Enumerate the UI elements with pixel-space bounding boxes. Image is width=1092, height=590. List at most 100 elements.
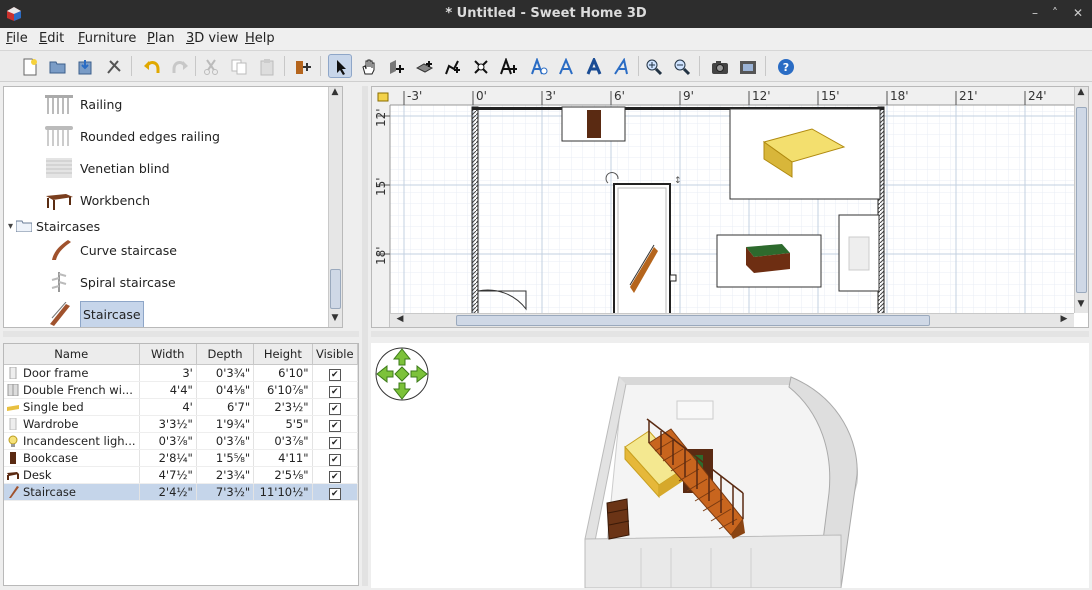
table-row[interactable]: Staircase 2'4½" 7'3½" 11'10½" ✔ [4, 483, 358, 501]
help-button[interactable]: ? [773, 54, 797, 78]
table-row[interactable]: Desk 4'7½" 2'3¾" 2'5⅛" ✔ [4, 466, 358, 484]
minimize-button[interactable]: – [1032, 6, 1038, 20]
preferences-button[interactable] [101, 54, 125, 78]
menu-edit[interactable]: Edit [39, 31, 64, 46]
scroll-right-arrow[interactable]: ▶ [1058, 314, 1070, 324]
undo-button[interactable] [139, 54, 163, 78]
catalog-item-rounded-edges-railing[interactable]: Rounded edges railing [44, 121, 220, 151]
catalog-category-staircases[interactable]: ▾ Staircases [8, 217, 100, 235]
scrollbar-thumb[interactable] [456, 315, 930, 326]
add-furniture-button[interactable] [290, 54, 314, 78]
new-home-button[interactable] [17, 54, 41, 78]
scroll-left-arrow[interactable]: ◀ [394, 314, 406, 324]
wardrobe-icon [9, 418, 17, 430]
plan-elevation-handle[interactable]: ↕ [674, 176, 682, 186]
visible-checkbox[interactable]: ✔ [328, 436, 341, 449]
table-row[interactable]: Double French wi... 4'4" 0'4⅛" 6'10⅞" ✔ [4, 381, 358, 399]
menu-plan[interactable]: Plan [147, 31, 175, 46]
menu-3d-view[interactable]: 3D view [186, 31, 238, 46]
save-button[interactable] [73, 54, 97, 78]
plan-canvas[interactable]: ↕ -3' 0' 3' 6' 9' 12' 15' 18' 21' 24' 12… [372, 87, 1089, 328]
table-header-row: Name Width Depth Height Visible [4, 344, 358, 365]
plan-resize-handle[interactable] [669, 274, 677, 282]
cut-button[interactable] [198, 54, 222, 78]
create-walls-button[interactable] [384, 54, 408, 78]
table-row[interactable]: Door frame 3' 0'3¾" 6'10" ✔ [4, 364, 358, 382]
3d-canvas[interactable] [371, 343, 1089, 588]
column-header-depth[interactable]: Depth [196, 344, 255, 365]
increase-text-button[interactable] [554, 54, 578, 78]
close-button[interactable]: ✕ [1073, 6, 1083, 20]
visible-checkbox[interactable]: ✔ [328, 368, 341, 381]
zoom-in-button[interactable] [641, 54, 665, 78]
3d-bookcase[interactable] [606, 498, 630, 540]
tree-expand-icon[interactable]: ▾ [8, 221, 13, 232]
create-rooms-button[interactable] [412, 54, 436, 78]
create-photo-button[interactable] [707, 54, 731, 78]
scroll-up-arrow[interactable]: ▲ [329, 87, 341, 97]
plan-horizontal-scrollbar[interactable]: ◀ ▶ [390, 313, 1074, 327]
copy-button[interactable] [226, 54, 250, 78]
right-pane-splitter[interactable] [371, 331, 1089, 337]
menu-file[interactable]: File [6, 31, 28, 46]
row-width: 4'4" [139, 381, 197, 399]
column-header-name[interactable]: Name [4, 344, 140, 365]
zoom-out-button[interactable] [669, 54, 693, 78]
plan-level-icon[interactable] [377, 92, 389, 102]
open-button[interactable] [45, 54, 69, 78]
plan-staircase[interactable] [613, 183, 671, 318]
decrease-text-button[interactable] [582, 54, 606, 78]
visible-checkbox[interactable]: ✔ [328, 470, 341, 483]
menu-help[interactable]: Help [245, 31, 275, 46]
scroll-up-arrow[interactable]: ▲ [1075, 87, 1087, 97]
catalog-item-railing[interactable]: Railing [44, 89, 122, 119]
furniture-list-table[interactable]: Name Width Depth Height Visible Door fra… [3, 343, 359, 586]
paste-button[interactable] [254, 54, 278, 78]
3d-view[interactable] [371, 343, 1089, 588]
staircase-icon [50, 302, 70, 326]
scrollbar-thumb[interactable] [330, 269, 341, 309]
column-header-height[interactable]: Height [253, 344, 313, 365]
maximize-button[interactable]: ˄ [1052, 6, 1058, 20]
left-pane-splitter[interactable] [3, 331, 359, 337]
scrollbar-thumb[interactable] [1076, 107, 1087, 293]
text-style-button[interactable] [526, 54, 550, 78]
row-height: 0'3⅞" [253, 432, 313, 450]
catalog-item-workbench[interactable]: Workbench [44, 185, 150, 215]
plan-vertical-scrollbar[interactable]: ▲ ▼ [1074, 87, 1088, 313]
visible-checkbox[interactable]: ✔ [328, 419, 341, 432]
furniture-catalog-tree[interactable]: Railing Rounded edges railing Venetian b… [3, 86, 343, 328]
scroll-down-arrow[interactable]: ▼ [1075, 299, 1087, 309]
table-row[interactable]: Incandescent ligh... 0'3⅞" 0'3⅞" 0'3⅞" ✔ [4, 432, 358, 450]
main-vertical-splitter[interactable] [362, 86, 368, 586]
table-row[interactable]: Bookcase 2'8¼" 1'5⅝" 4'11" ✔ [4, 449, 358, 467]
catalog-item-staircase[interactable]: Staircase [44, 299, 144, 327]
visible-checkbox[interactable]: ✔ [328, 402, 341, 415]
table-row[interactable]: Single bed 4' 6'7" 2'3½" ✔ [4, 398, 358, 416]
visible-checkbox[interactable]: ✔ [328, 385, 341, 398]
3d-navigation-control[interactable] [375, 347, 429, 401]
catalog-scrollbar[interactable]: ▲ ▼ [328, 87, 342, 327]
catalog-item-curve-staircase[interactable]: Curve staircase [44, 235, 177, 265]
plan-wall-left[interactable] [471, 106, 479, 316]
italic-text-button[interactable] [610, 54, 634, 78]
catalog-item-spiral-staircase[interactable]: Spiral staircase [44, 267, 176, 297]
pan-button[interactable] [356, 54, 380, 78]
add-furniture-icon [296, 61, 311, 74]
menu-furniture[interactable]: Furniture [78, 31, 136, 46]
create-dimensions-button[interactable] [468, 54, 492, 78]
italic-text-icon [614, 58, 628, 75]
column-header-visible[interactable]: Visible [312, 344, 358, 365]
select-button[interactable] [328, 54, 352, 78]
visible-checkbox[interactable]: ✔ [328, 487, 341, 500]
add-text-button[interactable] [496, 54, 520, 78]
column-header-width[interactable]: Width [139, 344, 197, 365]
create-video-button[interactable] [735, 54, 759, 78]
visible-checkbox[interactable]: ✔ [328, 453, 341, 466]
catalog-item-venetian-blind[interactable]: Venetian blind [44, 153, 170, 183]
create-polylines-button[interactable] [440, 54, 464, 78]
plan-view[interactable]: ↕ -3' 0' 3' 6' 9' 12' 15' 18' 21' 24' 12… [371, 86, 1089, 328]
table-row[interactable]: Wardrobe 3'3½" 1'9¾" 5'5" ✔ [4, 415, 358, 433]
redo-button[interactable] [167, 54, 191, 78]
scroll-down-arrow[interactable]: ▼ [329, 313, 341, 323]
